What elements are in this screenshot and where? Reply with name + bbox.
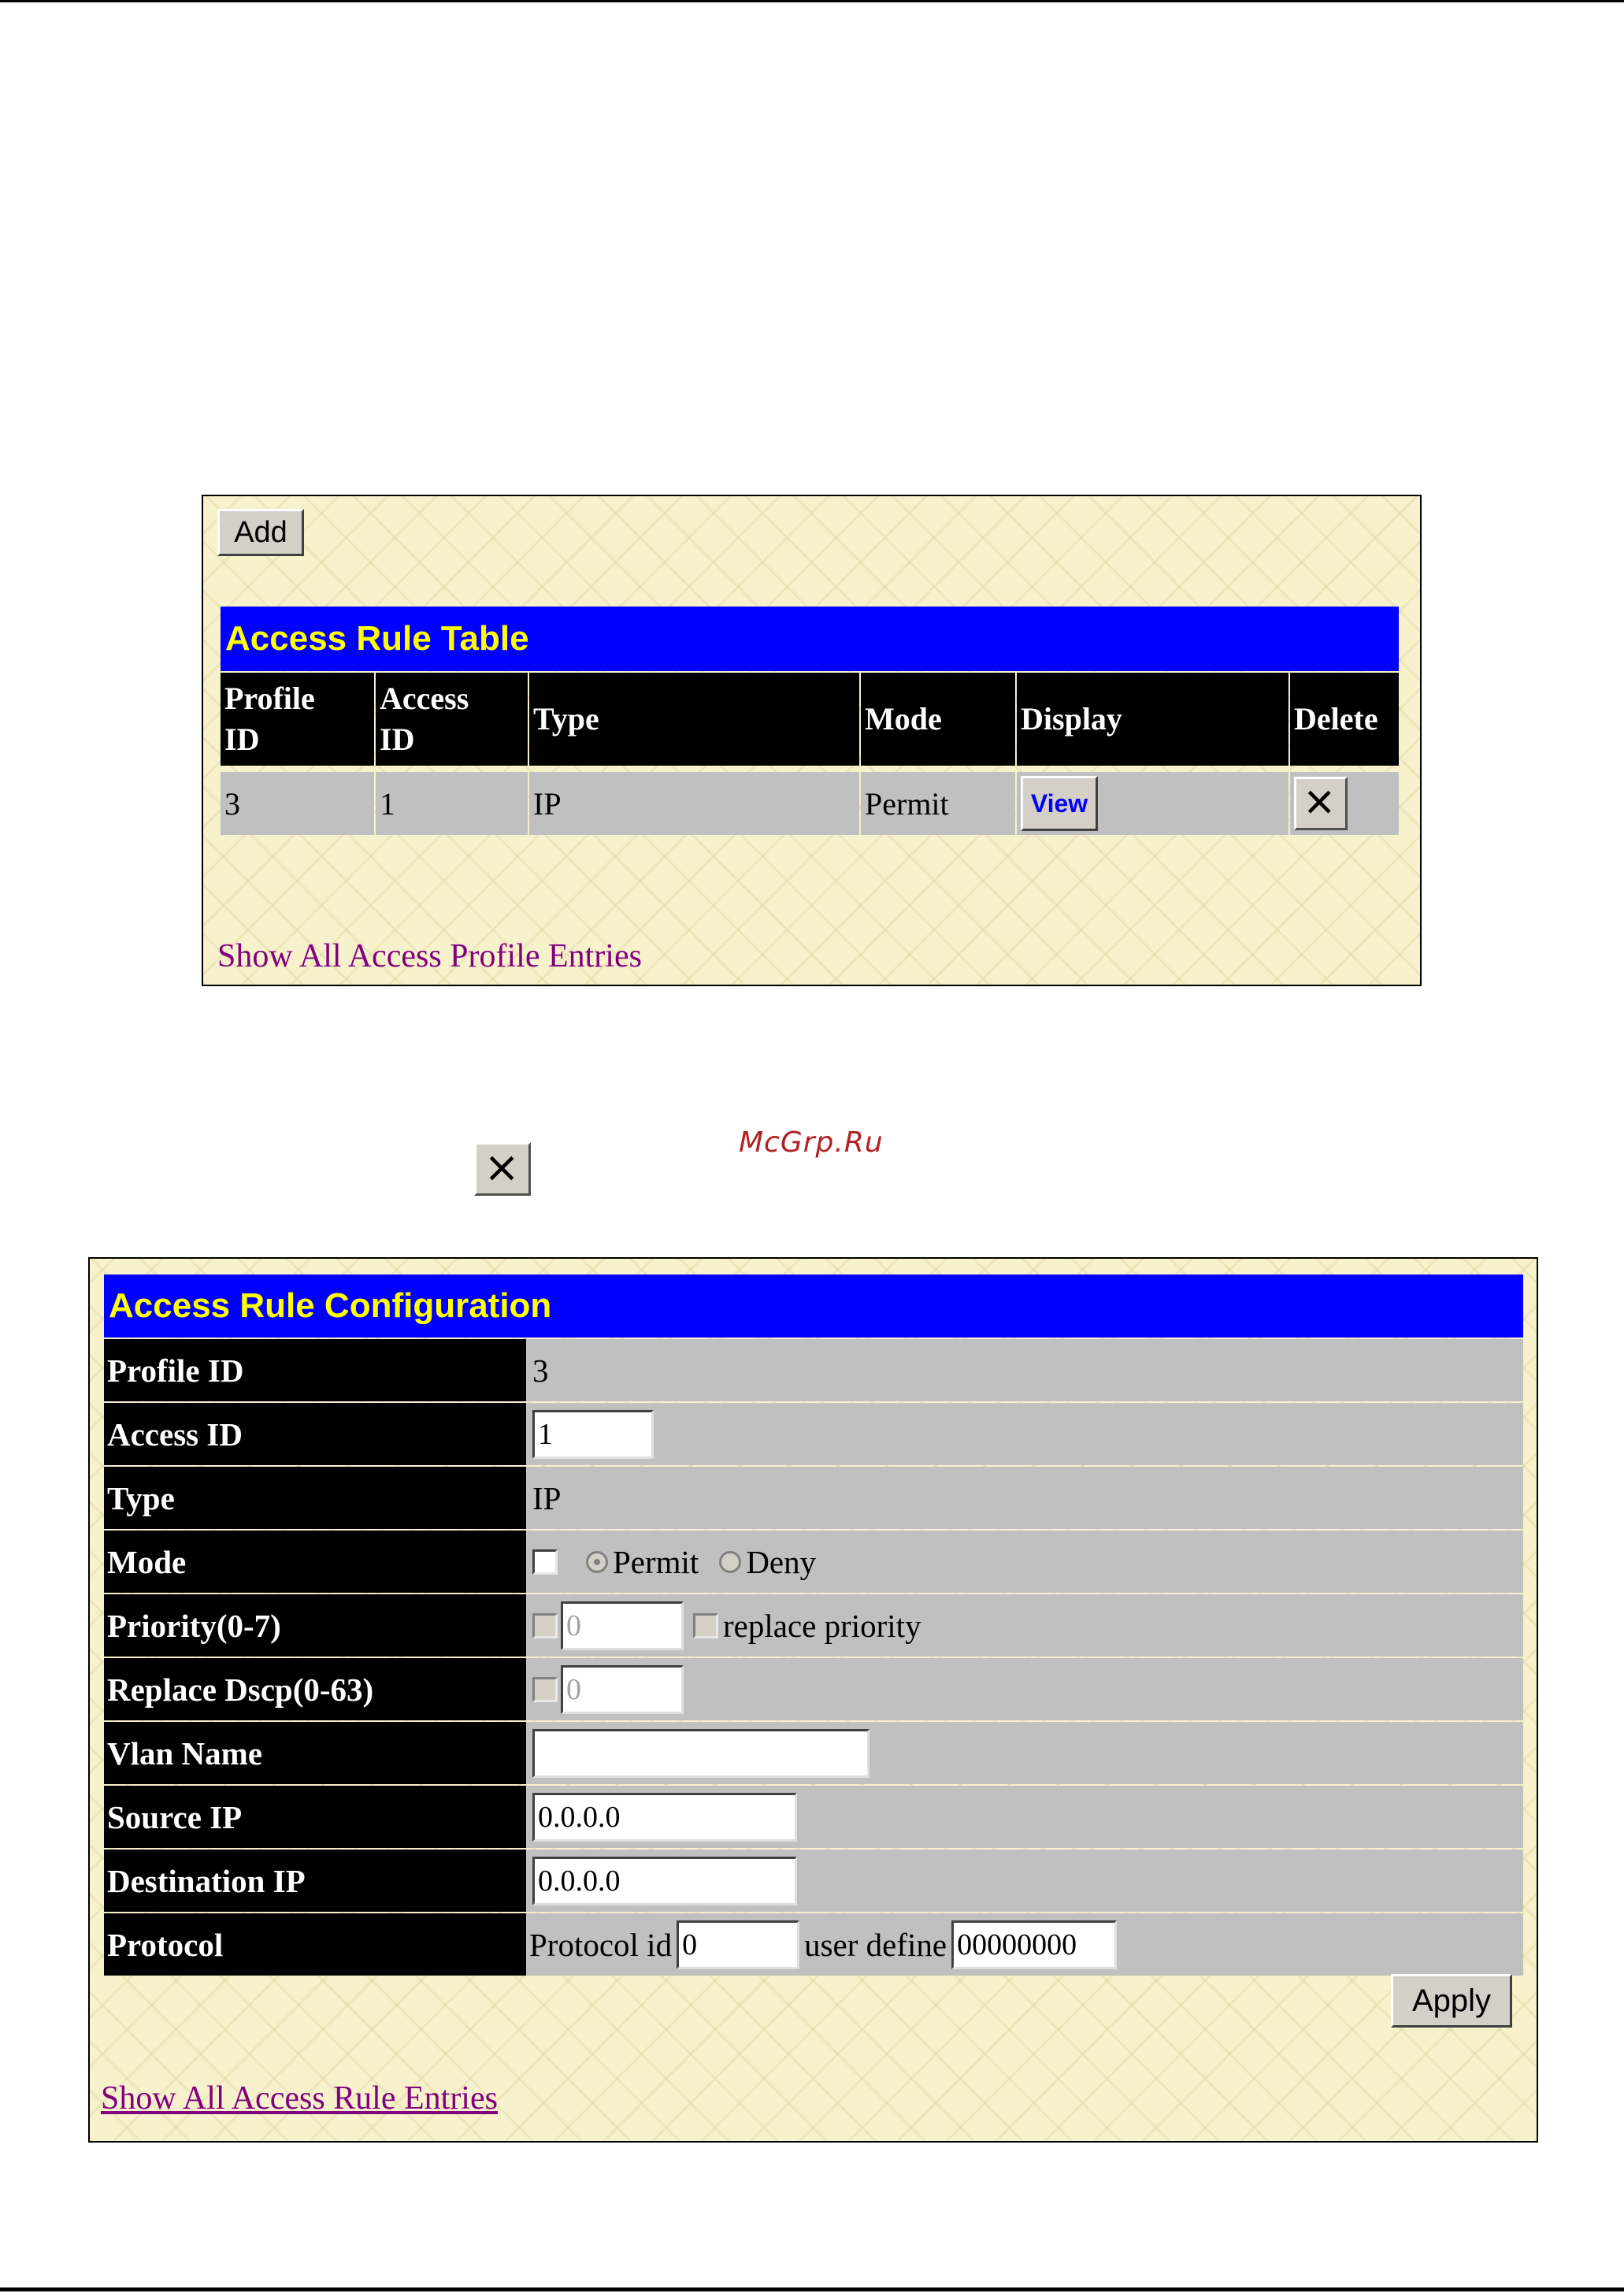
label-replace-dscp: Replace Dscp(0-63) bbox=[104, 1658, 526, 1720]
value-vlan-name bbox=[526, 1722, 1523, 1784]
row-protocol: Protocol Protocol id user define bbox=[104, 1913, 1523, 1976]
cell-delete bbox=[1290, 772, 1399, 835]
row-mode: Mode Permit Deny bbox=[104, 1531, 1523, 1593]
apply-button[interactable]: Apply bbox=[1391, 1974, 1512, 2028]
label-priority: Priority(0-7) bbox=[104, 1594, 526, 1657]
mode-deny-label: Deny bbox=[746, 1543, 817, 1580]
row-replace-dscp: Replace Dscp(0-63) bbox=[104, 1658, 1523, 1720]
label-mode: Mode bbox=[104, 1531, 526, 1593]
col-header-mode: Mode bbox=[861, 673, 1015, 766]
label-destination-ip: Destination IP bbox=[104, 1850, 526, 1912]
replace-priority-label: replace priority bbox=[723, 1607, 921, 1644]
cell-mode: Permit bbox=[861, 772, 1015, 835]
priority-checkbox[interactable] bbox=[532, 1612, 558, 1638]
value-priority: replace priority bbox=[526, 1594, 1523, 1657]
value-replace-dscp bbox=[526, 1658, 1523, 1720]
close-icon bbox=[489, 1156, 514, 1181]
col-header-profile-id: Profile ID bbox=[221, 673, 374, 766]
label-access-id: Access ID bbox=[104, 1403, 526, 1465]
col-header-delete: Delete bbox=[1290, 673, 1399, 766]
value-profile-id: 3 bbox=[526, 1339, 1523, 1401]
col-header-display: Display bbox=[1017, 673, 1288, 766]
cell-profile-id: 3 bbox=[221, 772, 374, 835]
delete-icon-illustration bbox=[474, 1142, 531, 1196]
label-type: Type bbox=[104, 1467, 526, 1529]
show-all-access-profile-entries-link[interactable]: Show All Access Profile Entries bbox=[217, 937, 642, 975]
col-header-type: Type bbox=[529, 673, 859, 766]
show-all-access-rule-entries-link[interactable]: Show All Access Rule Entries bbox=[101, 2080, 498, 2117]
source-ip-input[interactable] bbox=[532, 1792, 797, 1842]
value-access-id bbox=[526, 1403, 1523, 1465]
access-id-input[interactable] bbox=[532, 1409, 654, 1459]
mode-permit-label: Permit bbox=[613, 1543, 699, 1580]
replace-dscp-checkbox[interactable] bbox=[532, 1676, 558, 1702]
cell-type: IP bbox=[529, 772, 859, 835]
access-rule-table-panel: Add Access Rule Table Profile ID Access … bbox=[202, 495, 1422, 986]
value-protocol: Protocol id user define bbox=[526, 1913, 1523, 1976]
protocol-id-label: Protocol id bbox=[529, 1926, 673, 1963]
add-button[interactable]: Add bbox=[217, 509, 304, 556]
label-source-ip: Source IP bbox=[104, 1786, 526, 1848]
delete-button[interactable] bbox=[1294, 777, 1348, 830]
value-destination-ip bbox=[526, 1850, 1523, 1912]
col-header-profile-id-line2: ID bbox=[224, 722, 260, 757]
label-profile-id: Profile ID bbox=[104, 1339, 526, 1401]
value-source-ip bbox=[526, 1786, 1523, 1848]
mode-checkbox[interactable] bbox=[532, 1549, 558, 1575]
col-header-access-id-line1: Access bbox=[380, 681, 469, 716]
page-bottom-rule bbox=[0, 2287, 1624, 2291]
user-define-label: user define bbox=[804, 1926, 947, 1963]
row-destination-ip: Destination IP bbox=[104, 1850, 1523, 1912]
row-vlan-name: Vlan Name bbox=[104, 1722, 1523, 1784]
protocol-id-input[interactable] bbox=[677, 1920, 800, 1969]
col-header-access-id-line2: ID bbox=[380, 722, 415, 757]
row-profile-id: Profile ID 3 bbox=[104, 1339, 1523, 1401]
user-define-input[interactable] bbox=[951, 1920, 1118, 1969]
page-top-rule bbox=[0, 0, 1624, 2]
close-icon bbox=[1307, 790, 1331, 814]
cell-access-id: 1 bbox=[376, 772, 528, 835]
destination-ip-input[interactable] bbox=[532, 1856, 797, 1905]
value-mode: Permit Deny bbox=[526, 1531, 1523, 1593]
label-protocol: Protocol bbox=[104, 1913, 526, 1976]
watermark: McGrp.Ru bbox=[739, 1126, 884, 1159]
vlan-name-input[interactable] bbox=[532, 1728, 869, 1778]
mode-deny-radio[interactable] bbox=[719, 1550, 742, 1573]
mode-permit-radio[interactable] bbox=[586, 1550, 608, 1573]
view-button[interactable]: View bbox=[1021, 776, 1098, 831]
row-type: Type IP bbox=[104, 1467, 1523, 1529]
col-header-access-id: Access ID bbox=[376, 673, 528, 766]
access-rule-configuration-panel: Access Rule Configuration Profile ID 3 A… bbox=[88, 1257, 1538, 2143]
label-vlan-name: Vlan Name bbox=[104, 1722, 526, 1784]
value-type: IP bbox=[526, 1467, 1523, 1529]
priority-input[interactable] bbox=[561, 1601, 684, 1650]
replace-priority-checkbox[interactable] bbox=[693, 1612, 718, 1638]
access-rule-configuration-title: Access Rule Configuration bbox=[104, 1275, 1523, 1338]
replace-dscp-input[interactable] bbox=[561, 1664, 684, 1714]
row-access-id: Access ID bbox=[104, 1403, 1523, 1465]
access-rule-table-title: Access Rule Table bbox=[221, 607, 1399, 671]
cell-display: View bbox=[1017, 772, 1288, 835]
row-source-ip: Source IP bbox=[104, 1786, 1523, 1848]
col-header-profile-id-line1: Profile bbox=[224, 681, 315, 716]
row-priority: Priority(0-7) replace priority bbox=[104, 1594, 1523, 1657]
